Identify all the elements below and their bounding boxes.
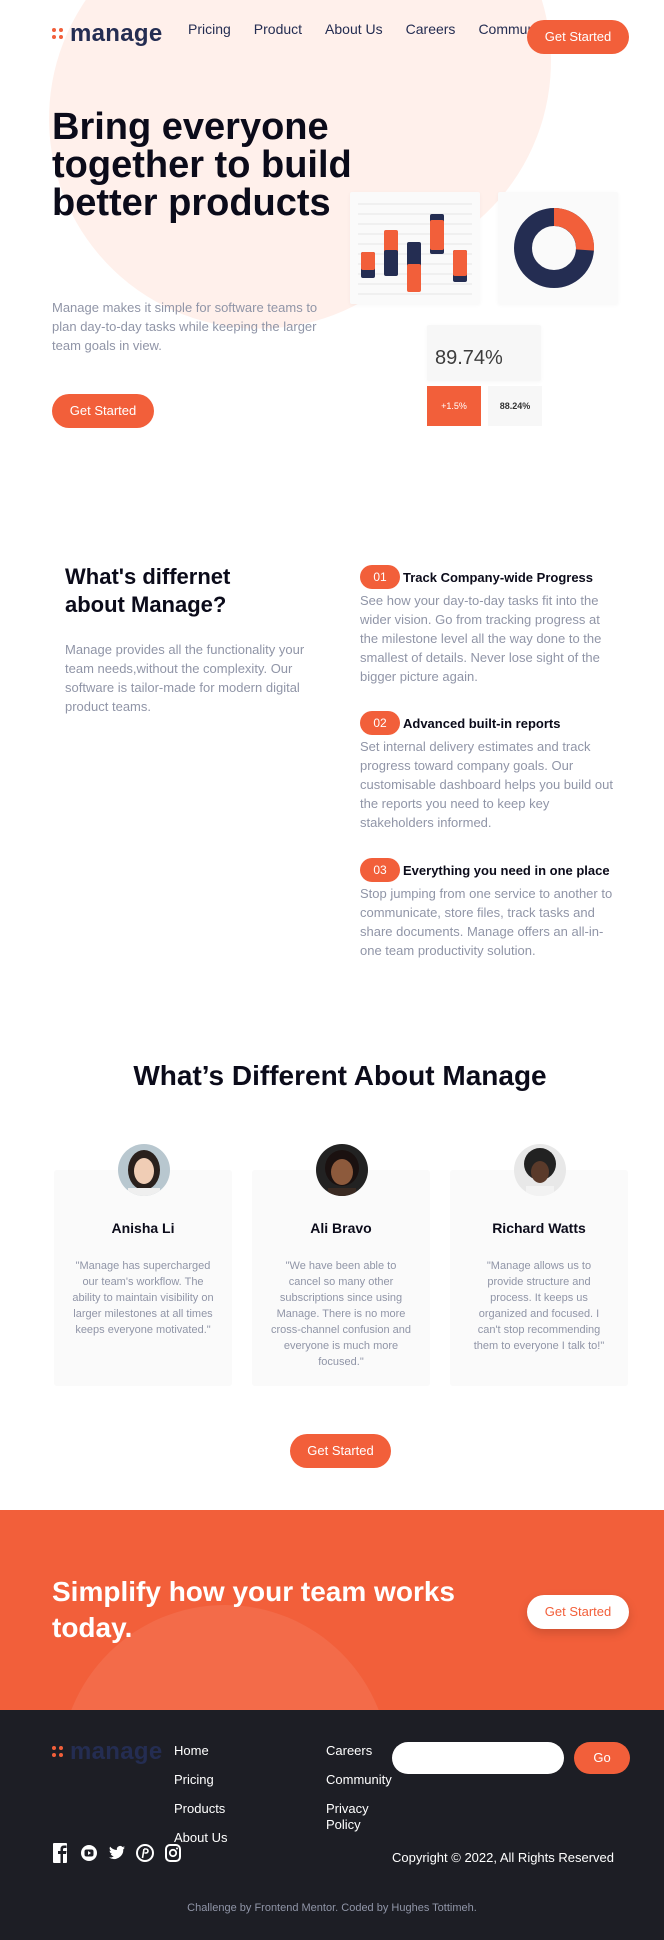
cta-title: Simplify how your team works today. — [52, 1576, 455, 1643]
avatar — [118, 1144, 170, 1196]
avatar — [316, 1144, 368, 1196]
testimonials-get-started-button[interactable]: Get Started — [290, 1434, 391, 1468]
avatar — [514, 1144, 566, 1196]
feature-title: Advanced built-in reports — [403, 715, 561, 731]
footer-link-products[interactable]: Products — [174, 1801, 244, 1817]
footer-links-col2: Careers Community Privacy Policy — [326, 1743, 396, 1846]
main-nav: Pricing Product About Us Careers Communi… — [188, 21, 549, 37]
attribution-text: Challenge by Frontend Mentor. Coded by H… — [187, 1902, 477, 1914]
testimonial-quote: "Manage allows us to provide structure a… — [473, 1260, 605, 1352]
stat-main-value: 89.74% — [435, 347, 503, 369]
logo[interactable]: manage — [52, 20, 163, 48]
stat-card-main: 89.74% — [427, 325, 541, 381]
feature-item: 02 Advanced built-in reports Set interna… — [360, 711, 620, 832]
testimonial-name: Ali Bravo — [310, 1220, 372, 1236]
hero-illustration-donut-chart — [498, 192, 618, 304]
cta-get-started-button[interactable]: Get Started — [527, 1595, 629, 1629]
logo-text: manage — [70, 1738, 163, 1765]
testimonial-card: Richard Watts "Manage allows us to provi… — [450, 1144, 628, 1386]
testimonial-name: Richard Watts — [492, 1220, 586, 1236]
footer-links-col1: Home Pricing Products About Us — [174, 1743, 244, 1859]
pinterest-icon[interactable] — [136, 1842, 154, 1864]
newsletter-go-button[interactable]: Go — [574, 1742, 630, 1774]
newsletter-email-input[interactable] — [392, 1742, 564, 1774]
feature-item: 01 Track Company-wide Progress See how y… — [360, 565, 620, 686]
different-section-title: What's differnet about Manage? — [65, 564, 231, 617]
feature-number-badge: 03 — [360, 858, 400, 882]
testimonial-quote: "We have been able to cancel so many oth… — [270, 1260, 412, 1368]
stat-secondary-value: 88.24% — [488, 386, 542, 426]
footer-link-careers[interactable]: Careers — [326, 1743, 396, 1759]
instagram-icon[interactable] — [164, 1842, 182, 1864]
footer-link-community[interactable]: Community — [326, 1772, 396, 1788]
site-footer: manage Home Pricing Products About Us Ca… — [0, 1710, 664, 1940]
footer-link-privacy-policy[interactable]: Privacy Policy — [326, 1801, 396, 1833]
testimonials-title: What’s Different About Manage — [133, 1060, 547, 1091]
feature-item: 03 Everything you need in one place Stop… — [360, 858, 620, 960]
footer-link-home[interactable]: Home — [174, 1743, 244, 1759]
logo-text: manage — [70, 20, 163, 47]
feature-number-badge: 02 — [360, 711, 400, 735]
header-get-started-button[interactable]: Get Started — [527, 20, 629, 54]
feature-number-badge: 01 — [360, 565, 400, 589]
facebook-icon[interactable] — [52, 1842, 70, 1864]
feature-title: Track Company-wide Progress — [403, 569, 594, 585]
footer-logo[interactable]: manage — [52, 1738, 163, 1766]
social-links — [52, 1842, 182, 1864]
testimonial-card: Ali Bravo "We have been able to cancel s… — [252, 1144, 430, 1386]
nav-careers[interactable]: Careers — [406, 21, 456, 37]
hero-illustration-bar-chart — [350, 192, 480, 304]
logo-dots-icon — [52, 1746, 64, 1758]
stat-positive-change: +1.5% — [427, 386, 481, 426]
testimonial-quote: "Manage has supercharged our team's work… — [72, 1260, 214, 1336]
feature-text: Stop jumping from one service to another… — [360, 886, 613, 958]
twitter-icon[interactable] — [108, 1842, 126, 1864]
testimonial-name: Anisha Li — [111, 1220, 175, 1236]
site-header: manage Pricing Product About Us Careers … — [0, 0, 664, 72]
testimonial-card: Anisha Li "Manage has supercharged our t… — [54, 1144, 232, 1386]
cta-section: Simplify how your team works today. Get … — [0, 1510, 664, 1710]
feature-title: Everything you need in one place — [403, 862, 610, 878]
hero-title: Bring everyone together to build better … — [52, 106, 352, 224]
youtube-icon[interactable] — [80, 1842, 98, 1864]
nav-product[interactable]: Product — [254, 21, 302, 37]
logo-dots-icon — [52, 28, 64, 40]
nav-about-us[interactable]: About Us — [325, 21, 383, 37]
nav-pricing[interactable]: Pricing — [188, 21, 231, 37]
footer-link-about-us[interactable]: About Us — [174, 1830, 244, 1846]
feature-text: Set internal delivery estimates and trac… — [360, 739, 613, 830]
feature-text: See how your day-to-day tasks fit into t… — [360, 593, 602, 684]
hero-description: Manage makes it simple for software team… — [52, 300, 318, 353]
footer-link-pricing[interactable]: Pricing — [174, 1772, 244, 1788]
hero-get-started-button[interactable]: Get Started — [52, 394, 154, 428]
different-section-text: Manage provides all the functionality yo… — [65, 642, 305, 714]
copyright-text: Copyright © 2022, All Rights Reserved — [392, 1850, 615, 1865]
